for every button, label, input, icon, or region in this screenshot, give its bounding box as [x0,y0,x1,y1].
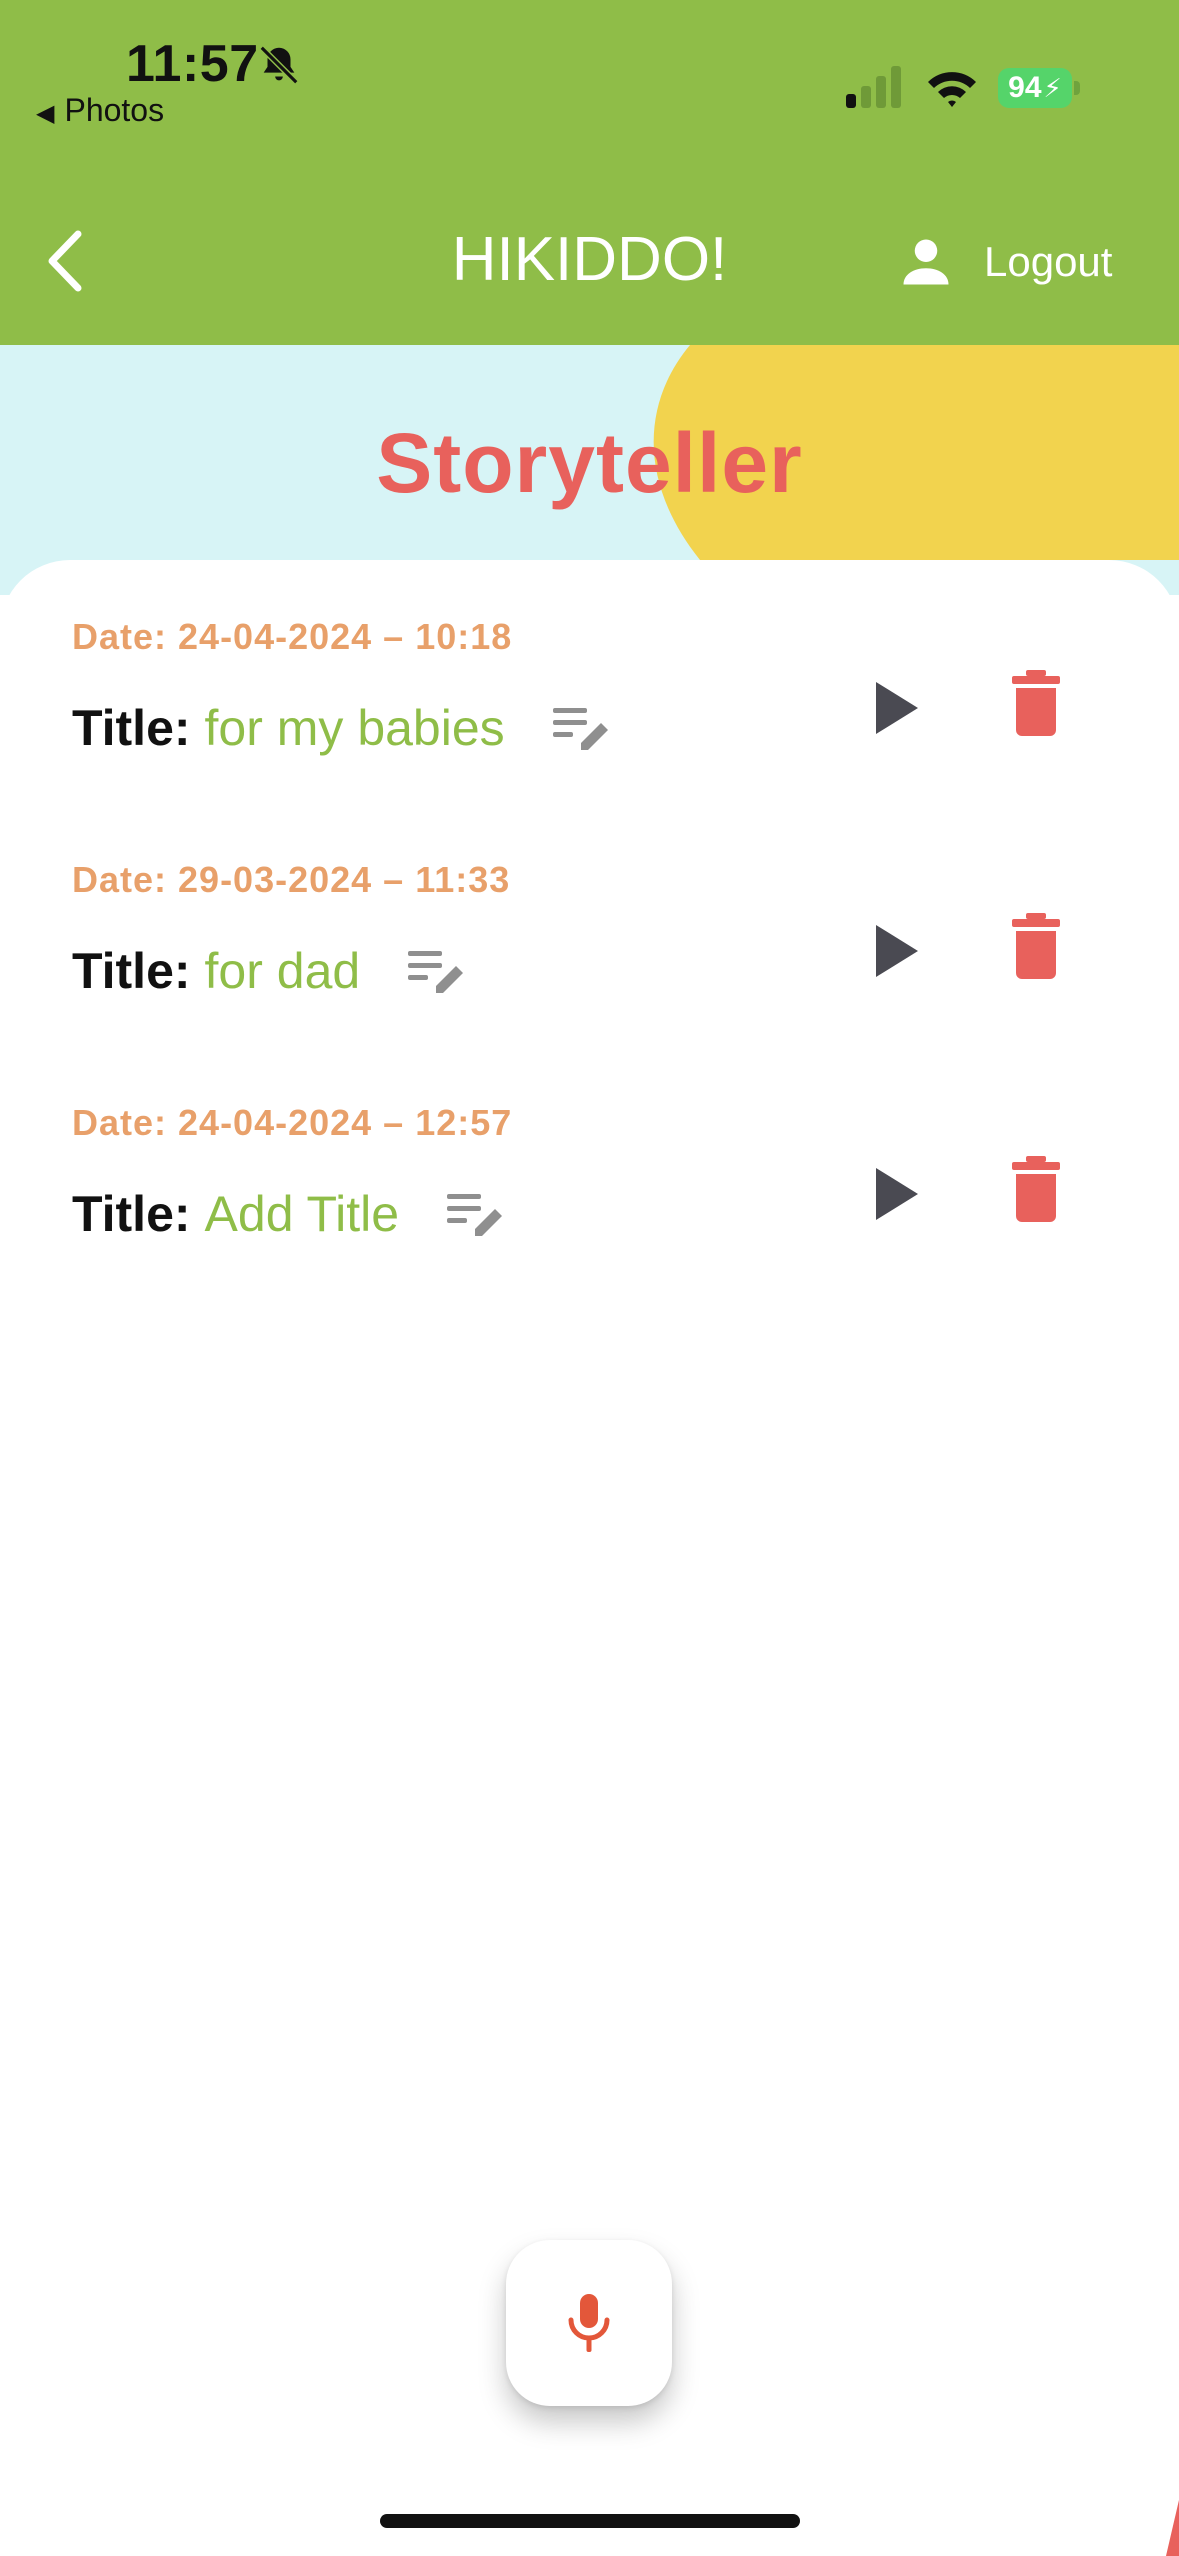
hero-banner: Storyteller [0,345,1179,595]
recording-title[interactable]: Add Title [205,1185,400,1243]
bell-slash-icon [259,45,299,85]
list-item: Date: 29-03-2024 – 11:33 Title: for dad [0,803,1179,1023]
recording-title-line: Title: for dad [72,941,466,1001]
edit-notes-icon[interactable] [406,943,466,999]
record-button[interactable] [506,2240,672,2406]
recording-title[interactable]: for dad [205,942,361,1000]
recording-date: Date: 24-04-2024 – 12:57 [72,1102,513,1143]
trash-icon[interactable] [1010,913,1062,981]
list-item: Date: 24-04-2024 – 12:57 Title: Add Titl… [0,1046,1179,1266]
title-label: Title: [72,700,191,756]
logout-button[interactable]: Logout [896,232,1112,292]
play-icon[interactable] [870,921,922,981]
edit-notes-icon[interactable] [445,1186,505,1242]
recording-title-line: Title: for my babies [72,698,611,758]
back-triangle-icon: ◀ [36,100,55,127]
signal-icon [846,66,901,108]
home-indicator[interactable] [380,2514,800,2528]
title-label: Title: [72,1186,191,1242]
corner-accent [1166,2500,1179,2556]
list-item: Date: 24-04-2024 – 10:18 Title: for my b… [0,560,1179,780]
page-title: Storyteller [376,416,803,510]
logout-label: Logout [984,238,1113,285]
recording-title[interactable]: for my babies [205,699,505,757]
wifi-icon [928,72,976,107]
trash-icon[interactable] [1010,1156,1062,1224]
recording-title-line: Title: Add Title [72,1184,505,1244]
battery-cap [1074,81,1080,95]
back-to-photos-link[interactable]: ◀ Photos [36,92,164,129]
battery-level: 94 ⚡ [998,68,1072,108]
person-icon [903,239,949,285]
recording-date: Date: 29-03-2024 – 11:33 [72,859,511,900]
trash-icon[interactable] [1010,670,1062,738]
edit-notes-icon[interactable] [551,700,611,756]
play-icon[interactable] [870,1164,922,1224]
microphone-icon [568,2294,610,2352]
status-time: 11:57 [126,35,259,93]
back-app-label: Photos [64,92,165,128]
recording-date: Date: 24-04-2024 – 10:18 [72,616,513,657]
app-header: 11:57 ◀ Photos 94 ⚡ HIKIDDO! Logout [0,0,1179,345]
battery-icon: 94 ⚡ [998,68,1082,108]
play-icon[interactable] [870,678,922,738]
title-label: Title: [72,943,191,999]
